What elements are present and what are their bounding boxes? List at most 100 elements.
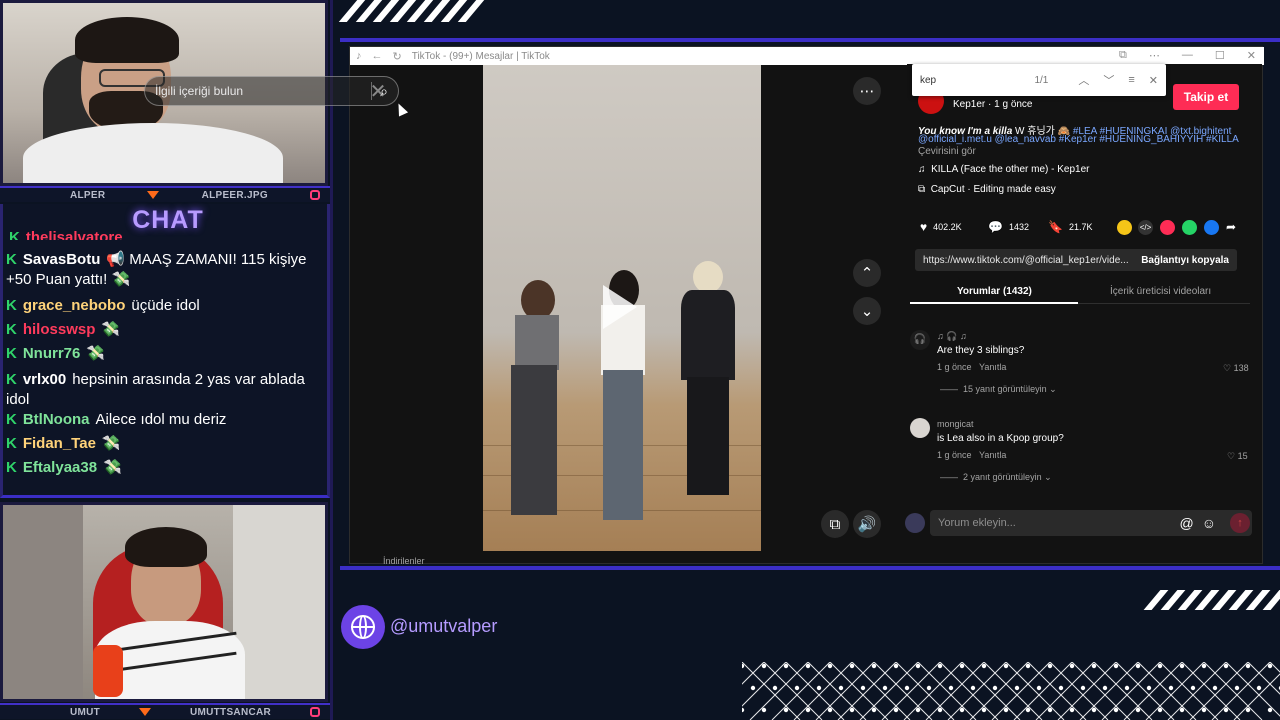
dancer-pants [687,377,729,495]
view-replies[interactable]: —— 2 yanıt görüntüleyin ⌄ [940,472,1052,483]
save-count: 21.7K [1068,222,1093,232]
whatsapp-icon[interactable] [1182,220,1197,235]
video-player[interactable] [483,65,761,551]
share-arrow-icon[interactable]: ➦ [1226,220,1241,235]
reply-link[interactable]: Yanıtla [979,362,1006,372]
capcut-label: CapCut · Editing made easy [930,184,1056,195]
play-icon[interactable] [603,285,637,329]
kick-icon: K [6,297,17,314]
heart-outline-icon: ♡ [1223,363,1232,373]
downloads-label[interactable]: İndirilenler [383,556,425,566]
translate-link[interactable]: Çevirisini gör [918,146,976,157]
comment-like[interactable]: ♡ 15 [1227,451,1248,462]
commenter-avatar[interactable] [910,418,930,438]
related-search-placeholder: İlgili içeriği bulun [155,84,244,98]
next-video-icon[interactable]: ⌄ [853,297,881,325]
chat-username[interactable]: BtlNoona [23,411,90,428]
video-link-url[interactable]: https://www.tiktok.com/@official_kep1er/… [923,255,1141,266]
extensions-icon[interactable]: ⧉ [1119,49,1127,62]
minimize-icon[interactable]: — [1182,49,1193,62]
search-divider [371,82,373,100]
author-line[interactable]: Kep1er · 1 g önce [953,99,1033,110]
dancer-top [515,315,559,370]
previous-video-icon[interactable]: ⌃ [853,259,881,287]
chat-username[interactable]: vrlx00 [23,371,66,388]
search-icon[interactable]: ⌕ [380,83,388,100]
embed-icon[interactable]: </> [1138,220,1153,235]
hair [75,17,179,63]
send-comment-icon[interactable]: ↑ [1230,513,1250,533]
reply-link[interactable]: Yanıtla [979,450,1006,460]
view-replies[interactable]: —— 15 yanıt görüntüleyin ⌄ [940,384,1057,395]
facebook-icon[interactable] [1204,220,1219,235]
comment-like[interactable]: ♡ 138 [1223,363,1249,374]
frame-line-left [330,0,333,720]
find-next-icon[interactable]: ﹀ [1103,72,1114,88]
capcut-icon: ⧉ [918,184,926,195]
volume-icon[interactable]: 🔊 [853,510,881,538]
comment-input[interactable]: Yorum ekleyin... @ ☺ [930,510,1252,536]
decorative-stripes-top [338,0,485,22]
dancer-head [693,261,723,293]
decorative-lattice [742,662,1280,720]
more-options-icon[interactable]: ⋯ [853,77,881,105]
chat-message: Kvrlx00 hepsinin arasında 2 yas var ablad… [6,370,320,410]
kick-icon: K [6,435,17,452]
follow-button[interactable]: Takip et [1173,84,1239,110]
instagram-icon [310,190,320,200]
mini-player-icon[interactable]: ⧉ [821,510,849,538]
chat-message: K BtlNoona Ailece ıdol mu deriz [6,410,320,430]
tab-title: TikTok - (99+) Mesajlar | TikTok [411,50,550,62]
wall [233,505,325,699]
close-window-icon[interactable]: ✕ [1247,49,1256,62]
send-to-friend-icon[interactable] [1160,220,1175,235]
frame-line-bottom [340,566,1280,570]
find-query[interactable]: kep [920,75,1034,86]
maximize-icon[interactable]: ☐ [1215,49,1225,62]
caption-hashtags-line-2[interactable]: @official_i.met.u @lea_navvab #Kep1er #H… [918,134,1239,145]
emoji-icon[interactable]: ☺ [1202,515,1216,531]
social-handle: @umutvalper [390,616,498,636]
tiktok-icon: ♪ [356,50,362,62]
chat-username[interactable]: grace_nebobo [23,297,126,314]
streamer-name-right: ALPEER.JPG [201,189,268,201]
chat-username[interactable]: hilosswsp [23,321,96,338]
find-close-icon[interactable]: ✕ [1149,74,1158,87]
chat-username[interactable]: Nnurr76 [23,345,81,362]
comment-like-count: 15 [1237,451,1248,461]
coin-share-icon[interactable] [1117,220,1132,235]
menu-dots-icon[interactable]: ⋯ [1149,49,1160,62]
emote-icon: 💸 [103,459,122,476]
webcam-bottom [0,502,328,702]
kick-icon: K [6,459,17,476]
tab-active-indicator [910,302,1078,304]
comment-text: Are they 3 siblings? [937,345,1025,356]
comment-username[interactable]: ♫ 🎧 ♫ [937,331,967,342]
related-search-box[interactable]: İlgili içeriği bulun ⌕ [144,76,399,106]
kick-icon: K [6,251,17,268]
comment-username[interactable]: mongicat [937,419,974,429]
globe-icon [341,605,385,649]
chat-username[interactable]: SavasBotu [23,251,101,268]
copy-link-button[interactable]: Bağlantıyı kopyala [1141,255,1229,266]
chat-username[interactable]: Fidan_Tae [23,435,96,452]
reload-icon[interactable]: ↻ [393,50,402,63]
like-stat[interactable]: ♥ 402.2K [920,220,962,234]
save-stat[interactable]: 🔖 21.7K [1048,220,1092,234]
music-line[interactable]: ♫ KILLA (Face the other me) - Kep1er [918,164,1089,175]
chat-username[interactable]: Eftalyaa38 [23,459,97,476]
find-options-icon[interactable]: ≡ [1128,74,1134,86]
kick-icon: K [6,371,17,388]
dancer-hoodie [681,290,735,380]
dancer-jeans [603,370,643,520]
commenter-avatar[interactable]: 🎧 [910,330,930,350]
tab-comments[interactable]: Yorumlar (1432) [957,286,1032,297]
tab-creator-videos[interactable]: İçerik üreticisi videoları [1110,286,1211,297]
kick-icon: K [6,411,17,428]
mention-icon[interactable]: @ [1179,515,1193,531]
back-icon[interactable]: ← [372,50,383,62]
capcut-line[interactable]: ⧉ CapCut · Editing made easy [918,184,1056,195]
comment-stat[interactable]: 💬 1432 [988,220,1029,234]
find-prev-icon[interactable]: ︿ [1078,72,1089,88]
triangle-icon [147,191,160,199]
